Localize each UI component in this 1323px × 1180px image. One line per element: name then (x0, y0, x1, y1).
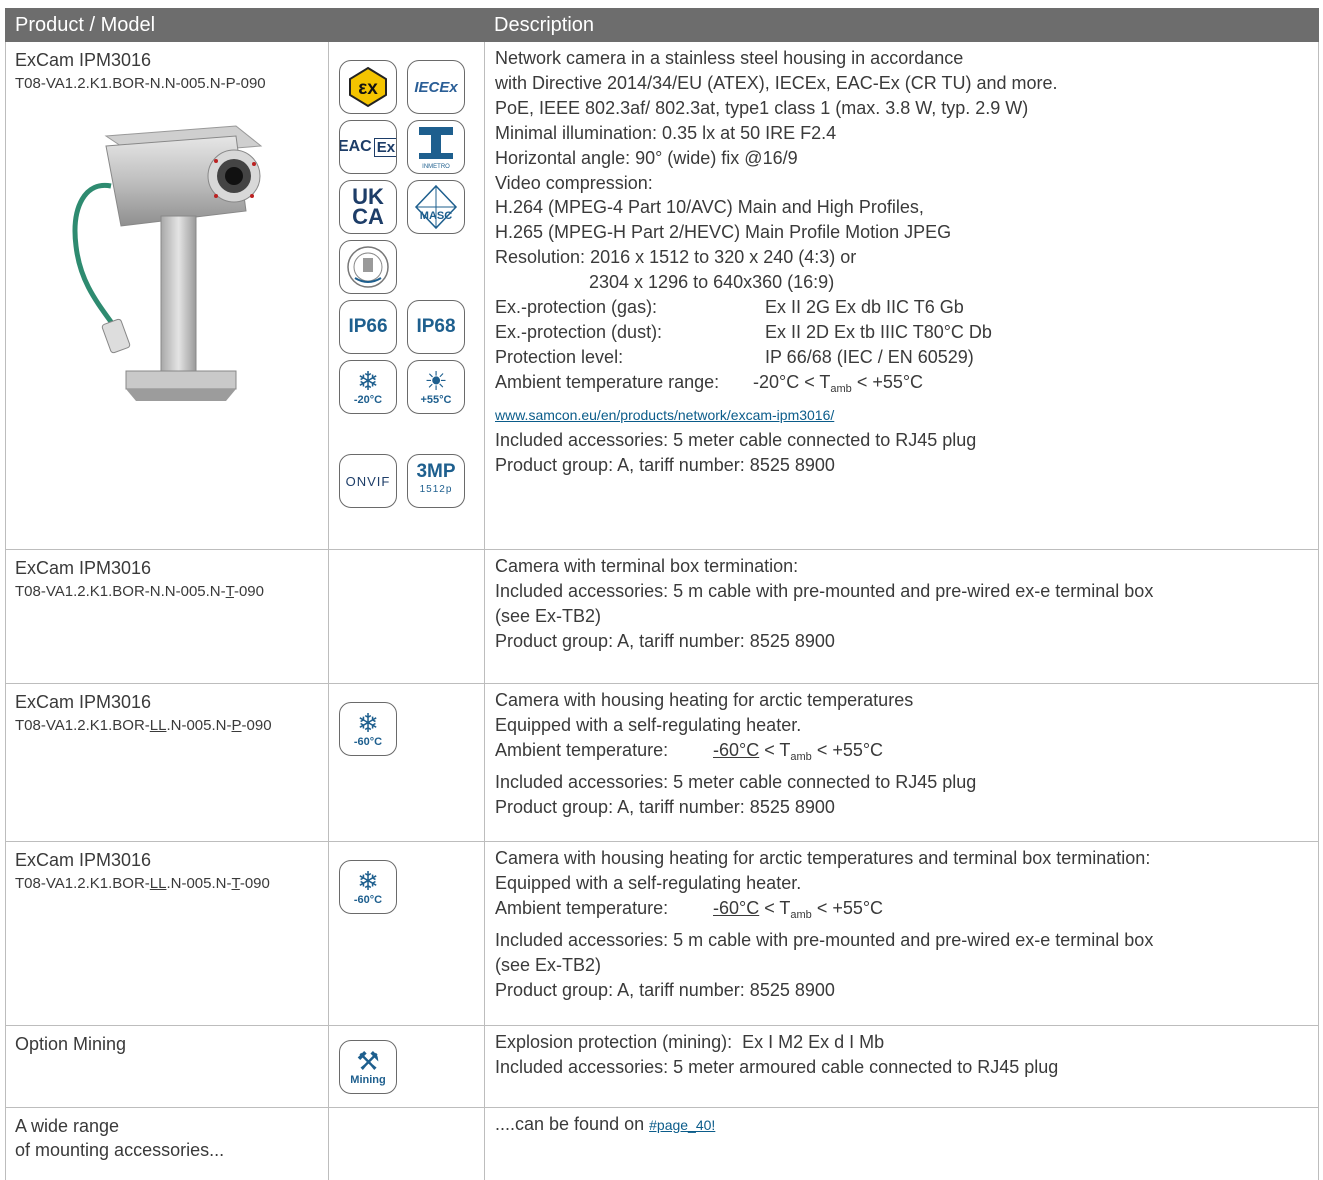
model-name: ExCam IPM3016 (15, 850, 152, 870)
table-row: ExCam IPM3016 T08-VA1.2.K1.BOR-LL.N-005.… (5, 842, 1319, 1026)
model-name: ExCam IPM3016 (15, 50, 152, 70)
row-description: Explosion protection (mining): Ex I M2 E… (495, 1032, 1059, 1077)
hot-temperature-badge: ☀ +55°C (407, 360, 465, 414)
table-row: ExCam IPM3016 T08-VA1.2.K1.BOR-LL.N-005.… (5, 684, 1319, 842)
table-row: ExCam IPM3016 T08-VA1.2.K1.BOR-N.N-005.N… (5, 42, 1319, 550)
row-description: ....can be found on #page_40! (495, 1114, 716, 1134)
row-description: Camera with terminal box termination: In… (495, 556, 1154, 651)
header-product-model: Product / Model (15, 14, 156, 36)
snowflake-icon: ❄ (357, 866, 379, 896)
arctic-temperature-badge: ❄ -60°C (339, 702, 397, 756)
eac-ex-badge: EAC Ex (339, 120, 397, 174)
model-name: ExCam IPM3016 (15, 558, 152, 578)
model-name: A wide range (15, 1116, 120, 1136)
bis-india-badge (339, 240, 397, 294)
camera-product-image (72, 125, 263, 401)
model-name: Option Mining (15, 1034, 127, 1054)
snowflake-icon: ❄ (357, 366, 379, 396)
model-code: T08-VA1.2.K1.BOR-LL.N-005.N-P-090 (15, 717, 272, 734)
3mp-badge: 3MP 1512p (407, 454, 465, 508)
table-row: ExCam IPM3016 T08-VA1.2.K1.BOR-N.N-005.N… (5, 550, 1319, 684)
product-table: ExCam IPM3016 T08-VA1.2.K1.BOR-N.N-005.N… (5, 42, 1319, 1180)
row-description: Camera with housing heating for arctic t… (495, 690, 977, 817)
onvif-badge: ONVIF (339, 454, 397, 508)
model-code: T08-VA1.2.K1.BOR-N.N-005.N-T-090 (15, 583, 264, 600)
iecex-badge: IECEx (407, 60, 465, 114)
inmetro-badge: INMETRO (407, 120, 465, 174)
atex-ex-badge: εx (339, 60, 397, 114)
svg-text:εx: εx (358, 78, 378, 99)
sun-icon: ☀ (424, 366, 448, 396)
crossed-hammers-icon: ⚒ (356, 1046, 380, 1076)
table-row: A wide range of mounting accessories... … (5, 1108, 1319, 1180)
snowflake-icon: ❄ (357, 708, 379, 738)
mining-badge: ⚒ Mining (339, 1040, 397, 1094)
model-name: ExCam IPM3016 (15, 692, 152, 712)
header-description: Description (494, 14, 595, 36)
table-header: Product / Model Description (5, 8, 1319, 42)
ukca-badge: UK CA (339, 180, 397, 234)
model-name-line2: of mounting accessories... (15, 1140, 225, 1160)
ip68-badge: IP68 (407, 300, 465, 354)
page-40-link[interactable]: #page_40! (649, 1117, 715, 1133)
ip66-badge: IP66 (339, 300, 397, 354)
model-code: T08-VA1.2.K1.BOR-N.N-005.N-P-090 (15, 75, 266, 92)
model-code: T08-VA1.2.K1.BOR-LL.N-005.N-T-090 (15, 875, 270, 892)
row-description: Network camera in a stainless steel hous… (495, 48, 1058, 475)
arctic-temperature-badge: ❄ -60°C (339, 860, 397, 914)
svg-text:INMETRO: INMETRO (422, 164, 450, 170)
product-page-link[interactable]: www.samcon.eu/en/products/network/excam-… (495, 407, 834, 423)
row-description: Camera with housing heating for arctic t… (495, 848, 1154, 1000)
cold-temperature-badge: ❄ -20°C (339, 360, 397, 414)
masc-badge: MASC (407, 180, 465, 234)
svg-text:MASC: MASC (420, 210, 452, 222)
table-row: Option Mining ⚒ Mining Explosion protect… (5, 1026, 1319, 1108)
